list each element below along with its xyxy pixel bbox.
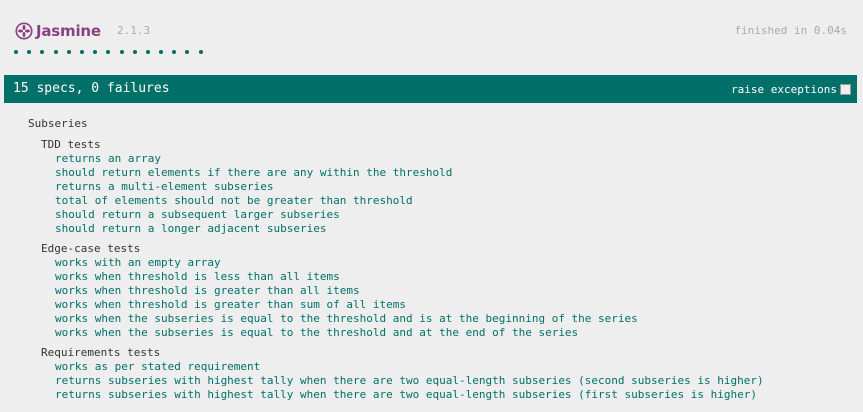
spec-link[interactable]: returns subseries with highest tally whe…: [41, 388, 848, 402]
passed-spec-dot: [185, 50, 190, 54]
logo-text: Jasmine: [36, 22, 101, 40]
results-list: Subseries TDD tests returns an array shoul…: [28, 117, 848, 402]
spec-link[interactable]: returns subseries with highest tally whe…: [41, 374, 848, 388]
summary-bar: 15 specs, 0 failures raise exceptions: [4, 75, 857, 103]
jasmine-banner: Jasmine 2.1.3 finished in 0.04s: [15, 20, 855, 42]
passed-spec-dot: [93, 50, 98, 54]
sub-suite-title[interactable]: TDD tests: [41, 138, 848, 152]
sub-suite-title[interactable]: Requirements tests: [41, 346, 848, 360]
spec-link[interactable]: works when threshold is greater than all…: [41, 284, 848, 298]
passed-spec-dot: [159, 50, 164, 54]
sub-suite: Edge-case tests works with an empty array…: [41, 242, 848, 340]
sub-suite: TDD tests returns an array should return e…: [41, 138, 848, 236]
passed-spec-dot: [14, 50, 18, 54]
raise-exceptions-option[interactable]: raise exceptions: [731, 83, 851, 96]
jasmine-flower-icon: [15, 22, 33, 40]
passed-spec-dot: [79, 50, 84, 54]
spec-link[interactable]: should return a longer adjacent subserie…: [41, 222, 848, 236]
passed-spec-dot: [132, 50, 137, 54]
suite-block: TDD tests returns an array should return e…: [28, 138, 848, 402]
spec-link[interactable]: works as per stated requirement: [41, 360, 848, 374]
spec-link[interactable]: works when threshold is less than all it…: [41, 270, 848, 284]
spec-link[interactable]: should return elements if there are any …: [41, 166, 848, 180]
duration-label: finished in 0.04s: [734, 24, 847, 37]
spec-link[interactable]: works when threshold is greater than sum…: [41, 298, 848, 312]
spec-link[interactable]: works when the subseries is equal to the…: [41, 312, 848, 326]
spec-link[interactable]: returns a multi-element subseries: [41, 180, 848, 194]
suite-title[interactable]: Subseries: [28, 117, 848, 131]
passed-spec-dot: [119, 50, 124, 54]
spec-link[interactable]: should return a subsequent larger subser…: [41, 208, 848, 222]
sub-suite-title[interactable]: Edge-case tests: [41, 242, 848, 256]
spec-link[interactable]: works with an empty array: [41, 256, 848, 270]
passed-spec-dot: [40, 50, 45, 54]
passed-spec-dot: [53, 50, 58, 54]
version-label: 2.1.3: [117, 24, 151, 37]
passed-spec-dot: [106, 50, 111, 54]
passed-spec-dot: [27, 50, 32, 54]
raise-exceptions-checkbox[interactable]: [840, 84, 851, 95]
spec-link[interactable]: total of elements should not be greater …: [41, 194, 848, 208]
passed-spec-dot: [172, 50, 177, 54]
spec-link[interactable]: returns an array: [41, 152, 848, 166]
sub-suite: Requirements tests works as per stated re…: [41, 346, 848, 402]
jasmine-logo-link[interactable]: Jasmine: [15, 20, 101, 42]
summary-text: 15 specs, 0 failures: [13, 81, 170, 96]
raise-exceptions-label: raise exceptions: [731, 83, 837, 96]
spec-progress-dots: [14, 47, 212, 57]
passed-spec-dot: [198, 50, 203, 54]
passed-spec-dot: [145, 50, 150, 54]
spec-link[interactable]: works when the subseries is equal to the…: [41, 326, 848, 340]
passed-spec-dot: [66, 50, 71, 54]
